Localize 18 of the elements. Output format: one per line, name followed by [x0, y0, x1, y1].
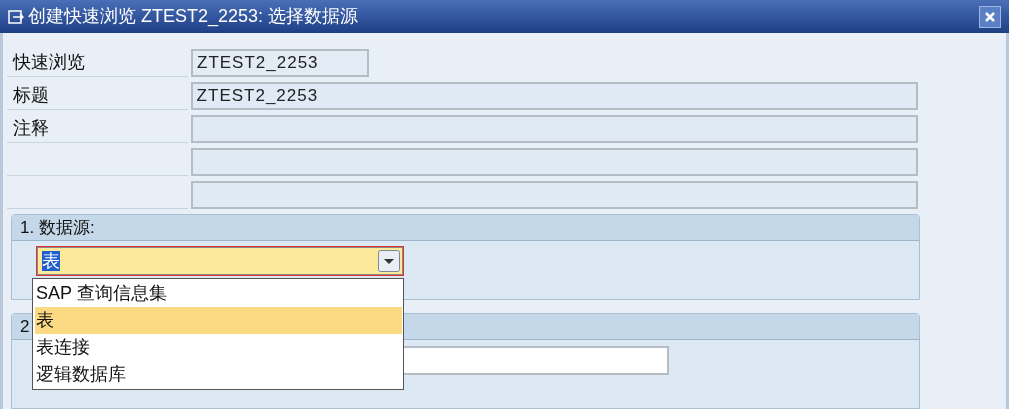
text-field[interactable]: ZTEST2_2253: [190, 82, 918, 110]
text-field[interactable]: ZTEST2_2253: [191, 49, 369, 77]
text-field[interactable]: [190, 115, 918, 143]
field-label: 标题: [13, 84, 49, 107]
dropdown-field[interactable]: 表: [37, 247, 403, 275]
close-icon: [984, 10, 996, 23]
text-field[interactable]: [190, 148, 918, 176]
window-title: 创建快速浏览 ZTEST2_2253: 选择数据源: [28, 5, 359, 29]
section-title: 1. 数据源:: [20, 216, 95, 239]
field-label: 快速浏览: [13, 51, 85, 74]
dialog-icon: [8, 9, 24, 24]
text-field[interactable]: [190, 181, 918, 209]
section-title: 2: [20, 315, 30, 338]
caret-icon: [378, 250, 400, 272]
close-button[interactable]: [979, 5, 1001, 28]
dropdown-value: 表: [42, 251, 60, 271]
dropdown-option[interactable]: 表: [35, 307, 402, 334]
field-label: 注释: [13, 117, 49, 140]
